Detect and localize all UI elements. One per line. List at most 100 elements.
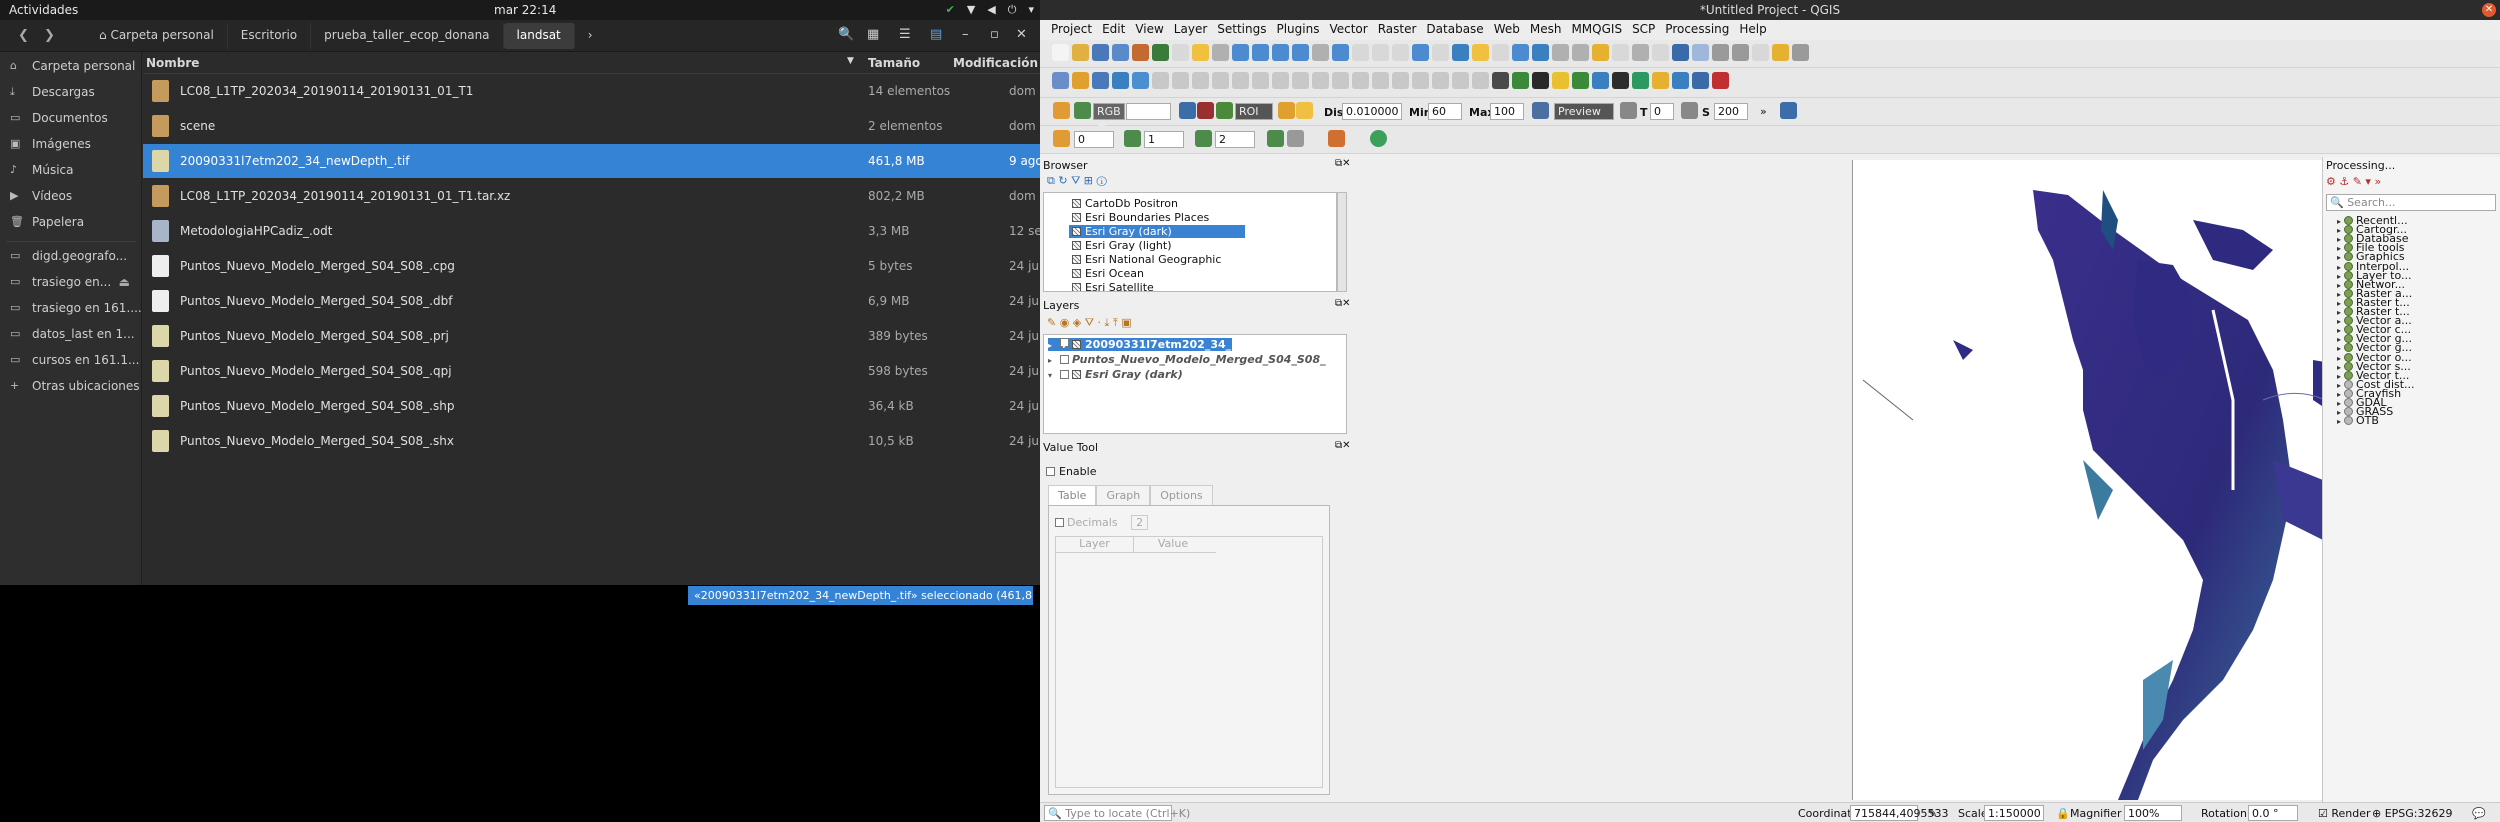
system-tray[interactable]: ✔ ▼ ◀ ⏻ ▾ (946, 3, 1034, 17)
column-size[interactable]: Tamaño (868, 56, 920, 70)
edit-tool-icon[interactable] (1692, 72, 1709, 89)
map-tool-icon[interactable] (1732, 44, 1749, 61)
edit-tool-icon[interactable] (1452, 72, 1469, 89)
sidebar-item-images[interactable]: ▣ Imágenes (0, 133, 142, 157)
dist-input[interactable]: 0.010000 (1342, 103, 1402, 120)
preview-settings-icon[interactable] (1620, 102, 1637, 119)
close-icon[interactable]: ✕ (2482, 3, 2496, 17)
clock-icon[interactable] (1681, 102, 1698, 119)
map-tool-icon[interactable] (1472, 44, 1489, 61)
edit-tool-icon[interactable] (1352, 72, 1369, 89)
edit-tool-icon[interactable] (1132, 72, 1149, 89)
menu-raster[interactable]: Raster (1373, 20, 1422, 40)
sidebar-item-network-2[interactable]: ▭ trasiego en... ⏏ (0, 271, 142, 295)
scale-combo[interactable]: 1:150000 (1984, 805, 2044, 821)
map-tool-icon[interactable] (1432, 44, 1449, 61)
browser-item[interactable]: Esri Gray (light) (1072, 239, 1172, 252)
file-row[interactable]: LC08_L1TP_202034_20190114_20190131_01_T1… (143, 74, 1040, 108)
grid-view-icon[interactable]: ▦ (867, 27, 879, 42)
map-tool-icon[interactable] (1132, 44, 1149, 61)
edit-tool-icon[interactable] (1072, 72, 1089, 89)
tab-table[interactable]: Table (1048, 485, 1097, 505)
decimals-checkbox[interactable] (1055, 518, 1064, 527)
map-tool-icon[interactable] (1072, 44, 1089, 61)
map-tool-icon[interactable] (1392, 44, 1409, 61)
file-row[interactable]: Puntos_Nuevo_Modelo_Merged_S04_S08_.shx 1… (143, 424, 1042, 458)
t-input[interactable]: 0 (1650, 103, 1674, 120)
file-row[interactable]: LC08_L1TP_202034_20190114_20190131_01_T1… (143, 179, 1040, 213)
roi-combo[interactable]: ROI (1235, 103, 1273, 120)
menu-scp[interactable]: SCP (1627, 20, 1660, 40)
scp-plugin-icon[interactable] (1370, 130, 1387, 147)
map-tool-icon[interactable] (1452, 44, 1469, 61)
edit-tool-icon[interactable] (1092, 72, 1109, 89)
edit-tool-icon[interactable] (1612, 72, 1629, 89)
zoom-icon[interactable] (1074, 102, 1091, 119)
edit-tool-icon[interactable] (1252, 72, 1269, 89)
map-tool-icon[interactable] (1092, 44, 1109, 61)
sidebar-item-home[interactable]: ⌂ Carpeta personal (0, 55, 142, 79)
map-tool-icon[interactable] (1052, 44, 1069, 61)
sidebar-item-network-3[interactable]: ▭ trasiego en 161.... (0, 297, 142, 321)
browser-item-selected[interactable]: Esri Gray (dark) (1069, 225, 1245, 238)
layer-checkbox[interactable]: ✓ (1060, 338, 1070, 352)
activities-button[interactable]: Actividades (9, 3, 78, 17)
input-image-icon[interactable] (1179, 102, 1196, 119)
layer-item-points[interactable]: ▸ Puntos_Nuevo_Modelo_Merged_S04_S08_ (1048, 353, 1326, 366)
edit-tool-icon[interactable] (1172, 72, 1189, 89)
map-tool-icon[interactable] (1412, 44, 1429, 61)
edit-tool-icon[interactable] (1572, 72, 1589, 89)
edit-tool-icon[interactable] (1412, 72, 1429, 89)
map-tool-icon[interactable] (1772, 44, 1789, 61)
band-input-1[interactable]: 0 (1074, 131, 1114, 148)
edit-tool-icon[interactable] (1532, 72, 1549, 89)
processing-search[interactable]: 🔍 Search... (2326, 194, 2496, 211)
map-tool-icon[interactable] (1712, 44, 1729, 61)
edit-tool-icon[interactable] (1212, 72, 1229, 89)
map-tool-icon[interactable] (1512, 44, 1529, 61)
max-input[interactable]: 100 (1490, 103, 1524, 120)
close-icon[interactable]: ✕ (1016, 27, 1027, 42)
expand-icon[interactable]: ▾ (1048, 371, 1052, 380)
layers-toolbar-icons[interactable]: ✎ ◉ ◈ ⛛ · ⤓ ⤒ ▣ (1047, 316, 1132, 330)
back-icon[interactable]: ❮ (18, 28, 29, 43)
sidebar-item-other-locations[interactable]: + Otras ubicaciones (0, 375, 142, 399)
file-row[interactable]: Puntos_Nuevo_Modelo_Merged_S04_S08_.dbf 6… (143, 284, 1042, 318)
map-tool-icon[interactable] (1492, 44, 1509, 61)
edit-tool-icon[interactable] (1592, 72, 1609, 89)
sidebar-item-trash[interactable]: 🗑 Papelera (0, 211, 142, 235)
zoom-roi-icon[interactable] (1216, 102, 1233, 119)
map-tool-icon[interactable] (1692, 44, 1709, 61)
file-row[interactable]: Puntos_Nuevo_Modelo_Merged_S04_S08_.shp 3… (143, 389, 1042, 423)
edit-tool-icon[interactable] (1112, 72, 1129, 89)
edit-tool-icon[interactable] (1232, 72, 1249, 89)
map-tool-icon[interactable] (1152, 44, 1169, 61)
edit-tool-icon[interactable] (1652, 72, 1669, 89)
edit-tool-icon[interactable] (1632, 72, 1649, 89)
band-input-3[interactable]: 2 (1215, 131, 1255, 148)
crs-button[interactable]: ⊕ EPSG:32629 (2372, 807, 2453, 820)
expand-icon[interactable]: ▸ (1048, 341, 1052, 350)
locator-input[interactable]: 🔍 Type to locate (Ctrl+K) (1044, 805, 1190, 821)
toggle-extents-icon[interactable]: ✎ (1928, 807, 1937, 820)
menu-database[interactable]: Database (1421, 20, 1488, 40)
edit-tool-icon[interactable] (1052, 72, 1069, 89)
map-tool-icon[interactable] (1792, 44, 1809, 61)
file-row[interactable]: Puntos_Nuevo_Modelo_Merged_S04_S08_.qpj 5… (143, 354, 1042, 388)
sidebar-item-network-4[interactable]: ▭ datos_last en 1... (0, 323, 142, 347)
map-tool-icon[interactable] (1292, 44, 1309, 61)
map-tool-icon[interactable] (1592, 44, 1609, 61)
menu-vector[interactable]: Vector (1324, 20, 1372, 40)
file-row[interactable]: Puntos_Nuevo_Modelo_Merged_S04_S08_.cpg 5… (143, 249, 1042, 283)
min-input[interactable]: 60 (1428, 103, 1462, 120)
edit-tool-icon[interactable] (1292, 72, 1309, 89)
menu-layer[interactable]: Layer (1169, 20, 1212, 40)
map-tool-icon[interactable] (1672, 44, 1689, 61)
enable-checkbox-row[interactable]: Enable (1046, 464, 1096, 478)
crumb-prueba[interactable]: prueba_taller_ecop_donana (311, 23, 504, 49)
tab-graph[interactable]: Graph (1096, 485, 1151, 505)
map-tool-icon[interactable] (1372, 44, 1389, 61)
minimize-icon[interactable]: – (962, 27, 969, 42)
sidebar-item-music[interactable]: ♪ Música (0, 159, 142, 183)
edit-tool-icon[interactable] (1152, 72, 1169, 89)
